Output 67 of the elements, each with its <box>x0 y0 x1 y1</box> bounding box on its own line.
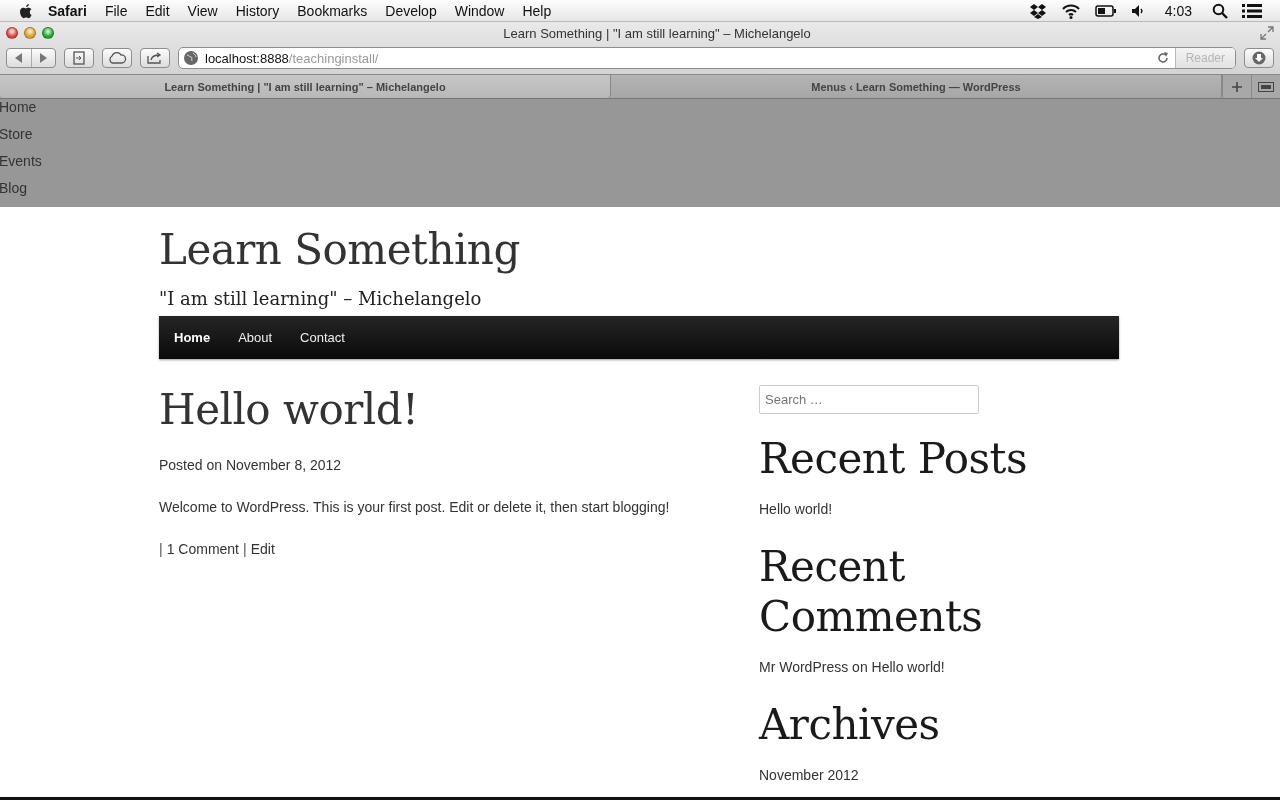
list-icon[interactable] <box>1242 2 1262 19</box>
menu-item[interactable]: Help <box>513 0 561 22</box>
separator-text: | <box>159 540 163 558</box>
menu-item[interactable]: Window <box>445 0 514 22</box>
browser-tab[interactable]: Learn Something | "I am still learning" – Michelangelo <box>0 75 611 98</box>
address-field[interactable]: localhost:8888/teachinginstall/ Reader <box>178 47 1236 69</box>
post-meta: Posted on November 8, 2012 <box>159 456 343 474</box>
separator-text: | <box>243 540 247 558</box>
downloads-button[interactable] <box>1244 48 1274 68</box>
post-title[interactable]: Hello world! <box>159 385 759 434</box>
menu-link[interactable]: Events <box>0 153 42 180</box>
post-body: Welcome to WordPress. This is your first post. Edit or delete it, then start blogging! <box>159 498 671 516</box>
zoom-button[interactable] <box>42 27 54 39</box>
post-date-link[interactable]: November 8, 2012 <box>225 457 342 473</box>
battery-icon[interactable] <box>1094 3 1117 18</box>
plus-icon[interactable] <box>1232 81 1242 92</box>
menu-item[interactable]: File <box>95 0 137 22</box>
post-footer-link[interactable]: Edit <box>250 540 275 558</box>
nav-link[interactable]: Home <box>174 330 211 345</box>
back-forward-buttons[interactable] <box>6 48 56 68</box>
widget-title: Archives <box>759 700 941 750</box>
menu-item[interactable]: Bookmarks <box>288 0 377 22</box>
menu-item[interactable]: View <box>178 0 227 22</box>
forward-icon <box>39 53 48 63</box>
search-field[interactable]: Search … <box>759 385 979 414</box>
menu-item[interactable]: Edit <box>136 0 179 22</box>
reading-list-button[interactable] <box>64 48 94 68</box>
menu-link[interactable]: Blog <box>0 180 28 207</box>
window-title: Learn Something | "I am still learning" – Michelangelo <box>502 25 812 41</box>
site-title[interactable]: Learn Something <box>159 225 1119 274</box>
globe-icon <box>183 50 199 66</box>
download-icon <box>1252 51 1266 65</box>
comment-post-link[interactable]: Hello world! <box>871 659 945 675</box>
close-button[interactable] <box>6 27 18 39</box>
speaker-icon[interactable] <box>1130 3 1145 18</box>
cloud-icon <box>107 52 127 64</box>
site-tagline: "I am still learning" – Michelangelo <box>159 288 483 309</box>
back-icon <box>14 53 23 63</box>
tab-view-icon[interactable] <box>1258 81 1274 92</box>
minimize-button[interactable] <box>24 27 36 39</box>
icloud-tabs-button[interactable] <box>102 48 132 68</box>
recent-comment: Mr WordPress on Hello world! <box>759 658 946 676</box>
widget-title: Recent Posts <box>759 434 1028 484</box>
apple-icon[interactable] <box>18 1 34 20</box>
dropbox-icon[interactable] <box>1028 2 1047 19</box>
widget-link[interactable]: November 2012 <box>759 767 859 783</box>
menu-link[interactable]: Store <box>0 126 33 153</box>
menubar-clock[interactable]: 4:03 <box>1158 2 1198 19</box>
app-menu[interactable]: Safari <box>34 0 96 22</box>
widget-link[interactable]: Hello world! <box>759 501 833 517</box>
nav-link[interactable]: Contact <box>300 330 345 345</box>
menu-link[interactable]: Home <box>0 99 37 126</box>
menu-item[interactable]: Develop <box>376 0 446 22</box>
fullscreen-icon[interactable] <box>1260 26 1274 40</box>
document-icon <box>73 51 85 65</box>
browser-tab[interactable]: Menus ‹ Learn Something — WordPress <box>611 75 1222 98</box>
url-text: localhost:8888/teachinginstall/ <box>205 50 380 66</box>
wifi-icon[interactable] <box>1060 2 1081 19</box>
menu-item[interactable]: History <box>226 0 289 22</box>
widget-title: Recent Comments <box>759 542 984 642</box>
comment-author-link[interactable]: Mr WordPress <box>759 659 849 675</box>
nav-link[interactable]: About <box>238 330 273 345</box>
reload-icon[interactable] <box>1156 52 1169 64</box>
share-icon <box>147 52 163 64</box>
search-icon[interactable] <box>1212 2 1228 19</box>
share-button[interactable] <box>140 48 170 68</box>
post-footer-link[interactable]: 1 Comment <box>166 540 239 558</box>
